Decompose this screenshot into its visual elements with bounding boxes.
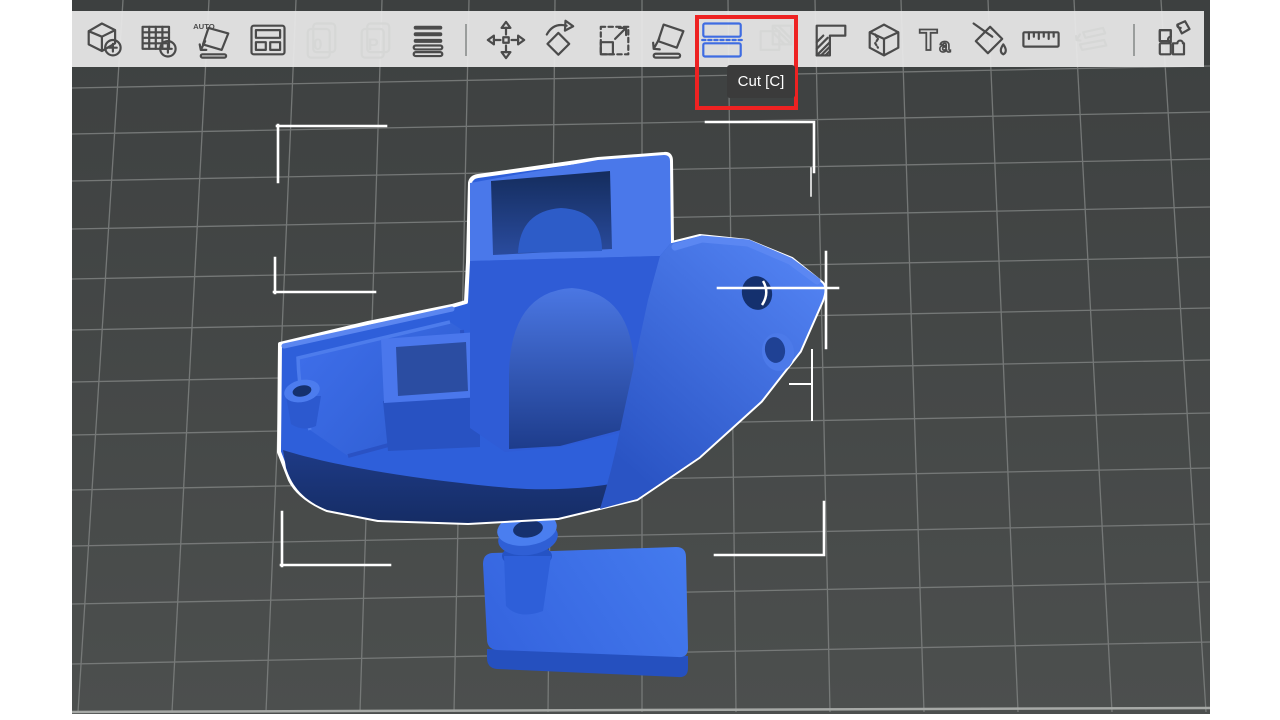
text-glyph-sub: a: [939, 35, 951, 57]
rotate-button[interactable]: [538, 18, 582, 62]
text-glyph-main: T: [919, 24, 937, 57]
auto-orient-button[interactable]: AUTO: [192, 18, 236, 62]
benchy-deck-box-window: [396, 342, 468, 396]
mesh-boolean-button[interactable]: [754, 18, 798, 62]
3d-viewport[interactable]: [72, 0, 1210, 714]
cut-tooltip: Cut [C]: [727, 65, 795, 98]
color-paint-button[interactable]: [967, 18, 1011, 62]
scene-canvas: [72, 0, 1210, 714]
text-tool-button[interactable]: T a: [915, 18, 959, 62]
pages-p-glyph: P: [368, 36, 379, 54]
scale-button[interactable]: [592, 18, 636, 62]
toolbar-separator: [465, 24, 467, 56]
measure-button[interactable]: [1019, 18, 1063, 62]
split-button[interactable]: [1151, 18, 1195, 62]
cut-button[interactable]: [700, 18, 744, 62]
add-plate-button[interactable]: [136, 18, 180, 62]
slicer-app-window: AUTO 0 P: [0, 0, 1280, 720]
assembly-button[interactable]: [1070, 18, 1114, 62]
pages-p-button[interactable]: P: [354, 18, 398, 62]
seam-paint-button[interactable]: [862, 18, 906, 62]
plate-front-edge: [72, 708, 1210, 712]
benchy-deck-box-side: [383, 396, 480, 451]
lay-on-face-button[interactable]: [646, 18, 690, 62]
pages-o-button[interactable]: 0: [300, 18, 344, 62]
arrange-button[interactable]: [246, 18, 290, 62]
model-plate-part[interactable]: [483, 508, 688, 677]
support-paint-button[interactable]: [809, 18, 853, 62]
add-object-button[interactable]: [81, 18, 125, 62]
benchy-arch-doorway: [509, 288, 636, 449]
object-toolbar: AUTO 0 P: [72, 11, 1204, 67]
pages-o-glyph: 0: [313, 36, 322, 54]
model-benchy[interactable]: [279, 154, 825, 523]
move-button[interactable]: [484, 18, 528, 62]
toolbar-separator: [1133, 24, 1135, 56]
layers-button[interactable]: [406, 18, 450, 62]
